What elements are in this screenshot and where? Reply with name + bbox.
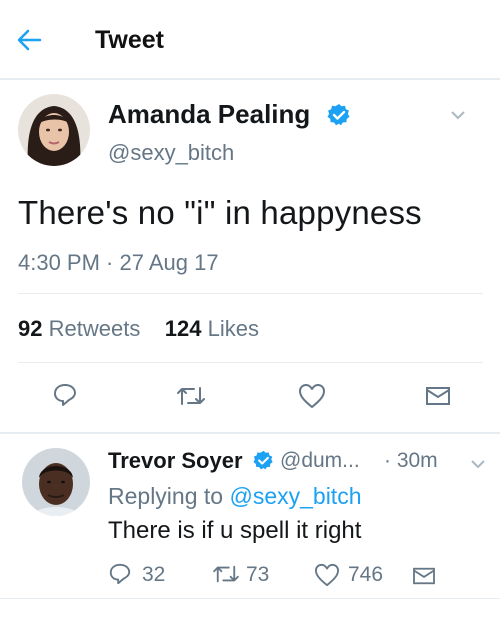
chevron-down-icon[interactable]: [470, 456, 486, 474]
reply-icon[interactable]: [52, 382, 78, 413]
divider: [0, 598, 500, 599]
message-icon[interactable]: [412, 566, 436, 591]
reply-author-handle[interactable]: @dum...: [280, 449, 360, 473]
retweet-icon[interactable]: [176, 384, 206, 413]
tweet-timestamp[interactable]: 4:30 PM · 27 Aug 17: [18, 250, 219, 276]
likes-stat[interactable]: 124 Likes: [165, 316, 259, 341]
reply-author-name[interactable]: Trevor Soyer: [108, 448, 243, 474]
section-divider: [0, 432, 500, 434]
avatar[interactable]: [18, 94, 90, 166]
reply-time[interactable]: · 30m: [384, 449, 438, 473]
message-icon[interactable]: [425, 385, 451, 412]
heart-icon[interactable]: [298, 383, 326, 414]
reply-icon[interactable]: [108, 562, 132, 591]
like-count: 746: [348, 563, 384, 586]
replying-to: Replying to @sexy_bitch: [108, 483, 362, 509]
avatar[interactable]: [22, 448, 90, 516]
reply-count: 32: [142, 563, 166, 586]
page-title: Tweet: [95, 26, 164, 54]
verified-badge-icon: [253, 450, 274, 476]
divider: [18, 362, 483, 363]
retweets-stat[interactable]: 92 Retweets: [18, 316, 140, 341]
retweet-count: 73: [246, 563, 270, 586]
author-name[interactable]: Amanda Pealing: [108, 99, 310, 130]
verified-badge-icon: [327, 103, 351, 132]
top-bar: Tweet: [0, 0, 500, 80]
author-handle[interactable]: @sexy_bitch: [108, 140, 234, 166]
tweet-stats: 92 Retweets 124 Likes: [18, 316, 259, 342]
divider: [18, 293, 483, 294]
reply-text: There is if u spell it right: [108, 517, 362, 544]
heart-icon[interactable]: [314, 563, 340, 592]
chevron-down-icon[interactable]: [449, 108, 467, 126]
arrow-left-icon[interactable]: [14, 26, 44, 54]
tweet-text: There's no "i" in happyness: [18, 194, 422, 231]
retweet-icon[interactable]: [212, 563, 240, 590]
mention-link[interactable]: @sexy_bitch: [229, 483, 361, 509]
